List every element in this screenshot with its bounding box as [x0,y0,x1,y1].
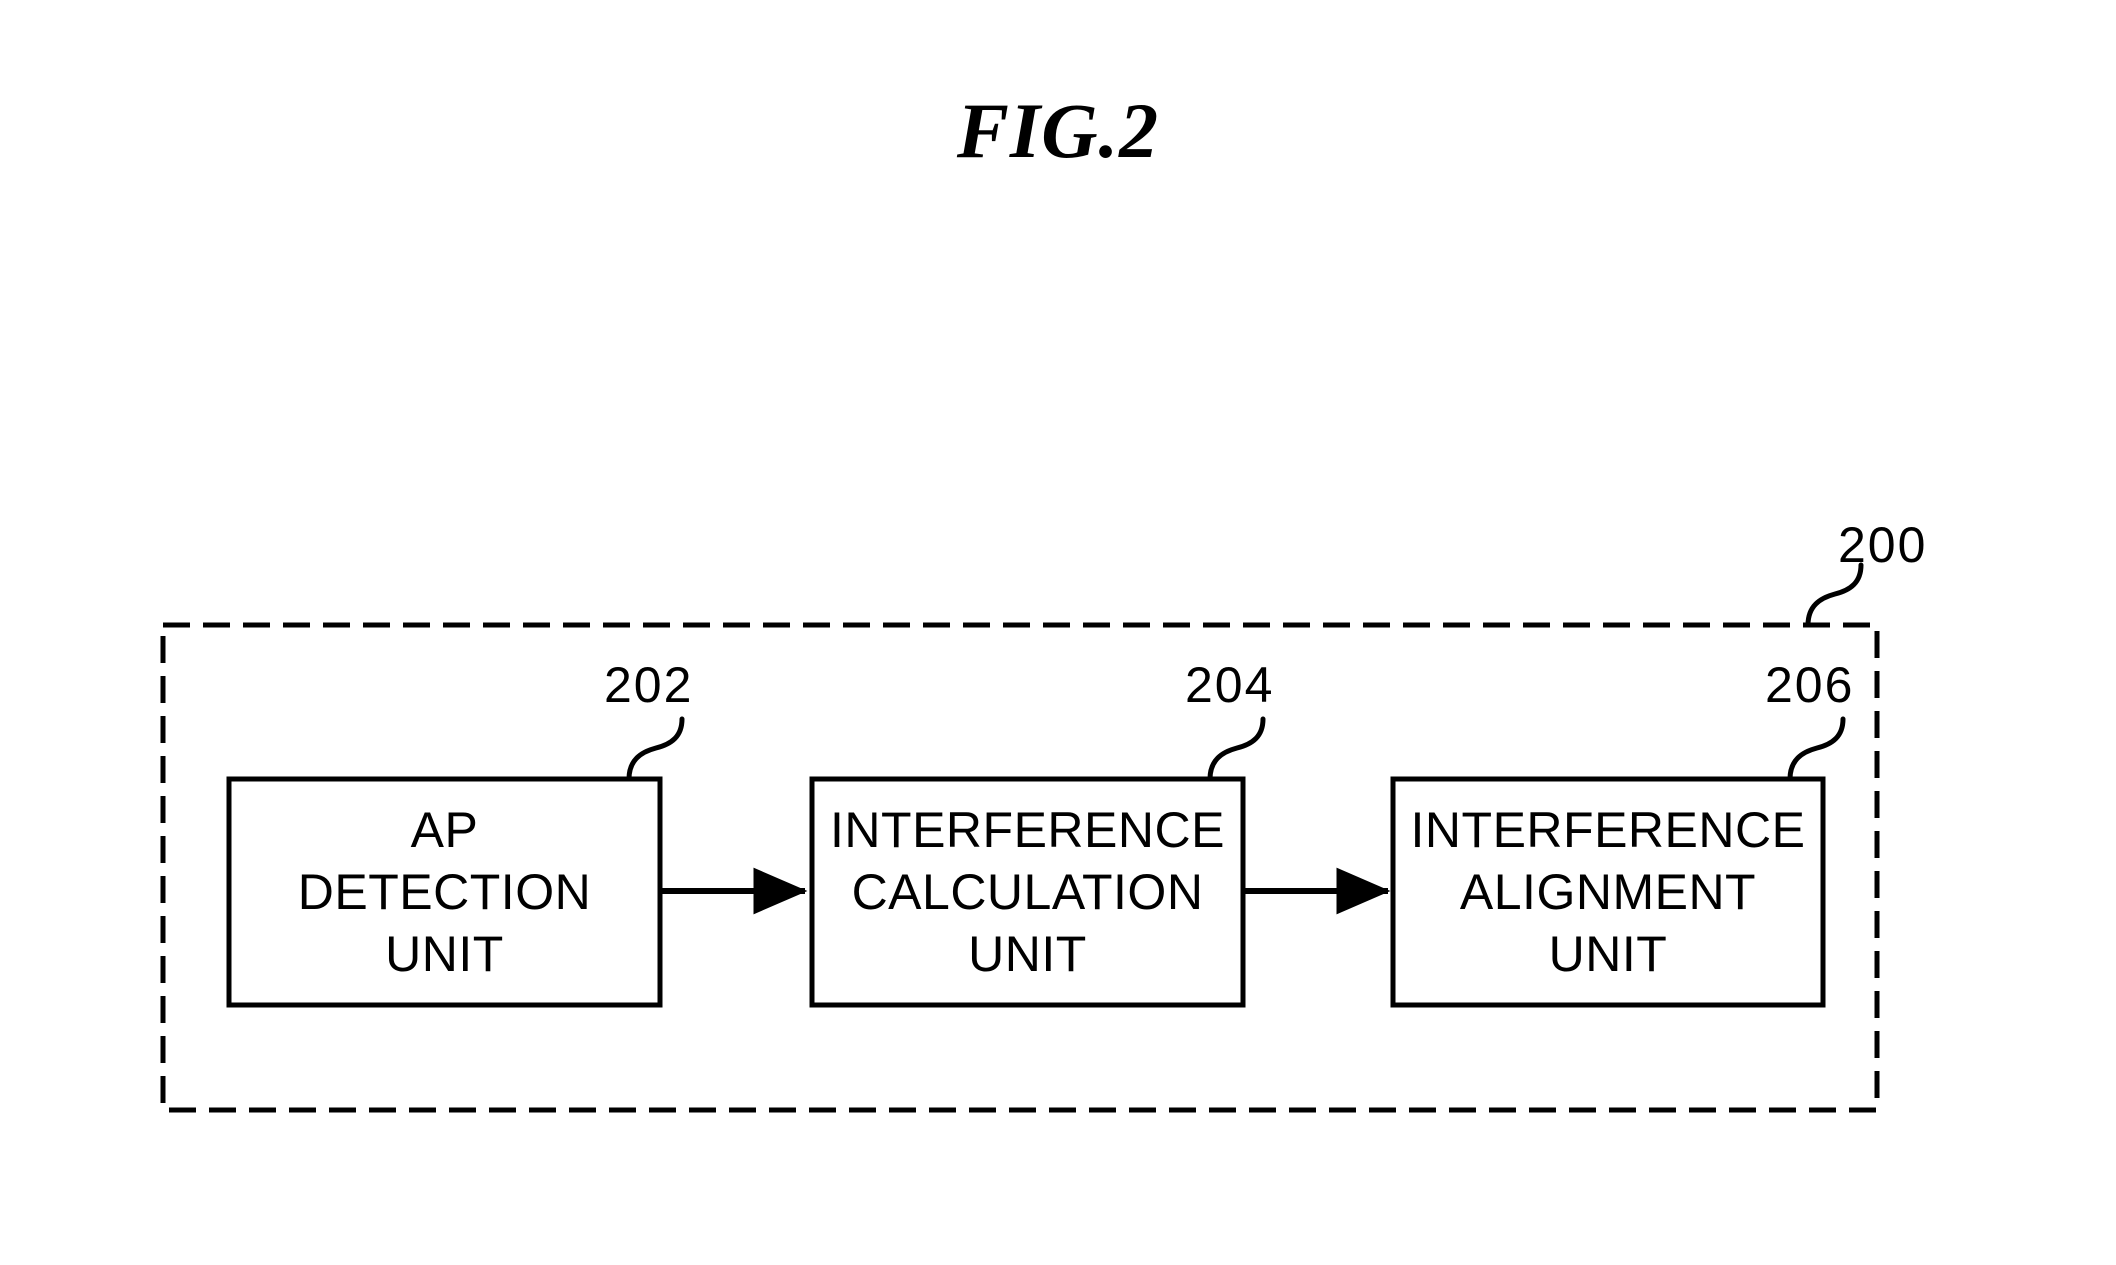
leader-line-200 [1805,562,1864,628]
block-interference-alignment-unit: INTERFERENCE ALIGNMENT UNIT [1393,779,1823,1005]
block-ap-detection-unit: AP DETECTION UNIT [229,779,660,1005]
block-interference-calculation-unit: INTERFERENCE CALCULATION UNIT [812,779,1243,1005]
ref-numeral-200: 200 [1838,517,1928,573]
block-204-line-2: CALCULATION [851,864,1204,920]
block-206-line-2: ALIGNMENT [1459,864,1757,920]
block-202-line-1: AP [410,802,479,858]
block-206-line-3: UNIT [1548,926,1668,982]
ref-numeral-202: 202 [604,657,694,713]
patent-figure: FIG.2 200 202 204 206 AP DETECTION UNIT [0,0,2116,1265]
ref-numeral-204: 204 [1185,657,1275,713]
leader-line-206 [1787,716,1846,782]
block-202-line-3: UNIT [385,926,504,982]
leader-line-204 [1207,716,1266,782]
figure-title: FIG.2 [956,87,1160,174]
ref-numeral-206: 206 [1765,657,1855,713]
block-204-line-1: INTERFERENCE [830,802,1225,858]
figure-line-art [160,562,1880,1113]
block-206-line-1: INTERFERENCE [1410,802,1806,858]
leader-line-202 [626,716,685,782]
block-204-line-3: UNIT [968,926,1087,982]
block-202-line-2: DETECTION [297,864,592,920]
